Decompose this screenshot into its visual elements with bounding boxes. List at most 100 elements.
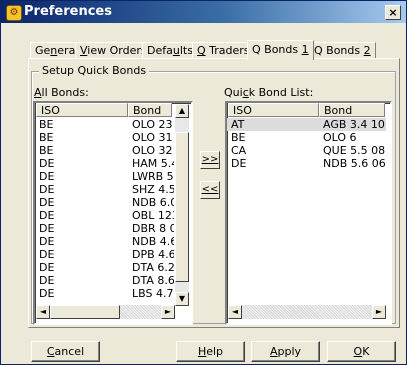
list-item[interactable]: BE OLO 6 [227,131,386,144]
horizontal-scrollbar[interactable]: ◄ ► [36,305,175,319]
scroll-right-button[interactable]: ► [372,305,386,319]
list-item[interactable]: DE LBS 4.75 [35,287,174,300]
help-button[interactable]: Help [176,341,245,362]
list-item[interactable]: DE DBR 8 07 [35,222,174,235]
list-item[interactable]: DE OBL 123 [35,209,174,222]
tab-label: iew Orders [87,44,147,57]
tab-accel: 2 [363,44,371,57]
list-item[interactable]: DE LWRB 5. [35,170,174,183]
remove-from-quick-list-button[interactable]: << [200,181,220,199]
bond-cell: OLO 23 [132,118,173,131]
iso-cell: DE [39,261,55,274]
iso-cell: DE [39,222,55,235]
button-accel: A [269,345,278,358]
vertical-scrollbar[interactable]: ▲ ▼ [175,104,189,306]
column-header-iso[interactable]: ISO [228,103,319,117]
bond-cell: HAM 5.4 [132,157,174,170]
button-accel: H [197,345,207,358]
list-item[interactable]: DE NDB 4.6 [35,235,174,248]
bond-cell: DPB 4.67 [132,248,174,261]
iso-cell: DE [39,248,55,261]
label-text: Qui [224,86,243,99]
list-item[interactable]: DE NDB 6.0 [35,196,174,209]
tab-accel: u [172,44,180,57]
iso-cell: DE [39,157,55,170]
tab-label: lts [179,44,193,57]
list-item[interactable]: DE DTA 6.2 [35,261,174,274]
iso-cell: DE [39,183,55,196]
tab-defaults[interactable]: Defaults [142,42,198,59]
column-header-iso[interactable]: ISO [36,103,128,117]
iso-cell: BE [39,131,54,144]
column-header-bond[interactable]: Bond [319,103,385,117]
list-item[interactable]: DE HAM 5.4 [35,157,174,170]
list-item[interactable]: DE NDB 5.6 06/ [227,157,386,170]
bond-cell: DTA 6.2 [132,261,174,274]
tab-label: Ge [35,44,51,57]
list-item[interactable]: BE OLO 31 [35,131,174,144]
tab-label: Q Bonds [314,44,364,57]
scroll-up-button[interactable]: ▲ [175,104,189,118]
list-item[interactable]: BE OLO 32 [35,144,174,157]
bond-cell: SHZ 4.5 [132,183,174,196]
bond-cell: OBL 123 [132,209,174,222]
bond-cell: AGB 3.4 10/ [323,118,385,131]
iso-cell: BE [39,118,54,131]
preferences-window: ⚙ Preferences × General View Orders Defa… [0,0,407,365]
label-text: k Bond List: [248,86,314,99]
bond-cell: OLO 31 [132,131,173,144]
horizontal-scrollbar[interactable]: ◄ ► [228,305,386,319]
scroll-right-button[interactable]: ► [161,305,175,319]
iso-cell: CA [231,144,247,157]
ok-button[interactable]: OK [327,341,396,362]
close-button[interactable]: × [385,5,401,20]
iso-cell: DE [39,209,55,222]
scroll-down-button[interactable]: ▼ [175,292,189,306]
tab-view-orders[interactable]: View Orders [75,42,152,59]
column-header-bond[interactable]: Bond [128,103,172,117]
window-title: Preferences [24,4,112,19]
title-bar[interactable]: ⚙ Preferences × [1,1,406,23]
scroll-left-button[interactable]: ◄ [36,305,50,319]
bond-cell: OLO 32 [132,144,173,157]
label-accel: A [34,86,42,99]
button-label: elp [206,345,224,358]
button-accel: C [46,345,55,358]
remove-label: << [201,184,219,195]
bond-cell: LBS 4.75 [132,287,174,300]
bond-cell: NDB 4.6 [132,235,174,248]
button-label: ancel [54,345,85,358]
list-item[interactable]: BE OLO 23 [35,118,174,131]
bond-cell: OLO 6 [323,131,357,144]
iso-cell: DE [39,287,55,300]
list-item[interactable]: AT AGB 3.4 10/ [227,118,386,131]
cancel-button[interactable]: Cancel [31,341,100,362]
list-item[interactable]: DE DPB 4.67 [35,248,174,261]
iso-cell: DE [231,157,247,170]
all-bonds-list[interactable]: ISO Bond BE OLO 23 BE OLO 31 BE OLO 32 DE HAM 5… [33,101,193,325]
iso-cell: BE [231,131,246,144]
scroll-thumb[interactable] [50,305,120,319]
scroll-thumb[interactable] [175,132,189,282]
quick-bond-list[interactable]: ISO Bond AT AGB 3.4 10/BE OLO 6 CA QUE 5.5 0… [225,101,392,325]
tab-q-bonds-2[interactable]: Q Bonds 2 [309,42,376,59]
iso-cell: BE [39,144,54,157]
tab-q-traders[interactable]: Q Traders [192,42,255,59]
group-label: Setup Quick Bonds [39,64,150,77]
add-to-quick-list-button[interactable]: >> [200,151,220,169]
iso-cell: AT [231,118,245,131]
tab-q-bonds-1[interactable]: Q Bonds 1 [247,40,314,60]
all-bonds-label: All Bonds: [34,86,89,99]
list-item[interactable]: DE DTA 8.6 [35,274,174,287]
button-label: K [362,345,370,358]
bond-cell: LWRB 5. [132,170,174,183]
tab-label: Traders [205,44,250,57]
list-item[interactable]: DE SHZ 4.5 [35,183,174,196]
scroll-left-button[interactable]: ◄ [228,305,242,319]
preferences-app-icon: ⚙ [6,5,22,21]
bond-cell: NDB 6.0 [132,196,174,209]
button-label: pply [277,345,302,358]
list-item[interactable]: CA QUE 5.5 08/ [227,144,386,157]
add-label: >> [201,154,219,165]
apply-button[interactable]: Apply [251,341,320,362]
